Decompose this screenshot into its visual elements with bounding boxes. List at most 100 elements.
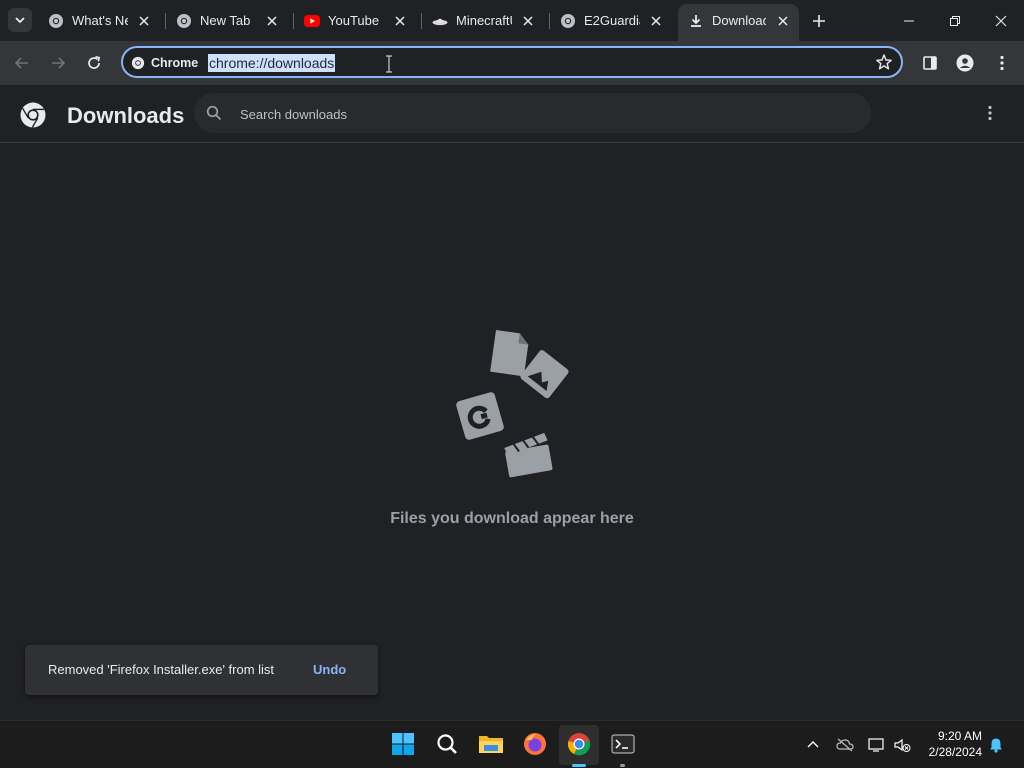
chrome-menu-button[interactable] xyxy=(992,53,1012,73)
plus-icon xyxy=(813,15,825,27)
browser-toolbar: Chrome chrome://downloads xyxy=(0,41,1024,85)
chevron-down-icon xyxy=(15,17,25,24)
chrome-icon xyxy=(131,56,145,70)
youtube-icon xyxy=(304,15,320,27)
file-explorer-icon xyxy=(479,736,503,753)
volume-muted-icon xyxy=(894,738,911,752)
tab-close-button[interactable] xyxy=(392,13,408,29)
site-info-chip[interactable]: Chrome xyxy=(131,54,198,72)
tab-youtube[interactable]: YouTube xyxy=(294,4,418,38)
tab-close-button[interactable] xyxy=(520,13,536,29)
network-icon xyxy=(868,738,884,752)
tab-title: What's Ne xyxy=(72,13,128,28)
tab-strip: What's Ne New Tab YouTube MinecraftU xyxy=(0,0,1024,41)
profile-button[interactable] xyxy=(955,53,975,73)
reload-icon xyxy=(88,56,101,69)
back-button[interactable] xyxy=(12,53,32,73)
removed-toast: Removed 'Firefox Installer.exe' from lis… xyxy=(25,645,378,695)
chrome-taskbar-button[interactable] xyxy=(566,731,592,757)
tab-downloads[interactable]: Downloads xyxy=(678,4,799,41)
minecraft-icon xyxy=(432,18,448,26)
downloads-menu-button[interactable] xyxy=(982,105,998,123)
file-icon xyxy=(490,330,529,377)
windows-start-icon xyxy=(392,733,414,755)
forward-button[interactable] xyxy=(48,53,68,73)
terminal-icon xyxy=(611,734,635,754)
side-panel-icon xyxy=(923,56,937,70)
more-vertical-icon xyxy=(988,105,992,121)
search-icon xyxy=(206,105,222,121)
network-status[interactable] xyxy=(868,737,884,753)
tab-close-button[interactable] xyxy=(264,13,280,29)
tab-title: MinecraftU xyxy=(456,13,512,28)
new-tab-button[interactable] xyxy=(810,12,828,30)
more-vertical-icon xyxy=(1000,55,1004,71)
minimize-button[interactable] xyxy=(900,12,918,30)
terminal-button[interactable] xyxy=(610,731,636,757)
tab-title: E2Guardia xyxy=(584,13,640,28)
notifications-button[interactable] xyxy=(988,737,1004,753)
clock-date[interactable]: 2/28/2024 xyxy=(920,745,982,759)
address-bar[interactable]: Chrome chrome://downloads xyxy=(121,46,903,78)
close-window-button[interactable] xyxy=(992,12,1010,30)
restore-button[interactable] xyxy=(946,12,964,30)
tab-whats-new[interactable]: What's Ne xyxy=(38,4,162,38)
chrome-icon xyxy=(561,14,575,28)
close-icon xyxy=(267,16,277,26)
star-icon xyxy=(876,54,892,70)
tab-new-tab[interactable]: New Tab xyxy=(166,4,290,38)
clock-time[interactable]: 9:20 AM xyxy=(920,729,982,743)
minimize-icon xyxy=(904,20,914,22)
tab-search-button[interactable] xyxy=(8,8,32,32)
download-icon xyxy=(691,15,701,27)
tab-close-button[interactable] xyxy=(136,13,152,29)
restore-icon xyxy=(950,16,960,26)
tab-title: New Tab xyxy=(200,13,251,28)
volume-status[interactable] xyxy=(893,737,911,753)
close-icon xyxy=(778,16,788,26)
arrow-right-icon xyxy=(52,57,66,69)
search-box[interactable] xyxy=(194,93,871,133)
url-text[interactable]: chrome://downloads xyxy=(208,54,336,72)
tab-title: Downloads xyxy=(712,13,766,28)
empty-downloads-illustration xyxy=(456,330,569,478)
app-icon xyxy=(456,392,504,440)
search-input[interactable] xyxy=(238,103,842,125)
tab-close-button[interactable] xyxy=(775,13,791,29)
video-icon xyxy=(504,432,553,478)
tab-e2guardian[interactable]: E2Guardia xyxy=(550,4,674,38)
close-icon xyxy=(523,16,533,26)
windows-taskbar: 9:20 AM 2/28/2024 xyxy=(0,720,1024,768)
chrome-logo-icon xyxy=(20,102,46,128)
chrome-icon xyxy=(568,733,591,756)
reload-button[interactable] xyxy=(84,53,104,73)
firefox-button[interactable] xyxy=(522,731,548,757)
image-icon xyxy=(520,350,569,399)
chrome-icon xyxy=(49,14,63,28)
chevron-up-icon xyxy=(807,741,819,748)
arrow-left-icon xyxy=(14,57,28,69)
taskbar-search-button[interactable] xyxy=(434,731,460,757)
side-panel-button[interactable] xyxy=(920,53,940,73)
chrome-icon xyxy=(177,14,191,28)
bookmark-star-button[interactable] xyxy=(875,53,893,71)
tab-title: YouTube xyxy=(328,13,380,28)
undo-button[interactable]: Undo xyxy=(313,662,346,677)
start-button[interactable] xyxy=(390,731,416,757)
bell-icon xyxy=(990,738,1002,753)
profile-icon xyxy=(956,54,974,72)
close-icon xyxy=(139,16,149,26)
tab-close-button[interactable] xyxy=(648,13,664,29)
text-cursor-icon xyxy=(386,55,392,73)
downloads-header: Downloads xyxy=(0,85,1024,143)
tab-minecraft[interactable]: MinecraftU xyxy=(422,4,546,38)
running-app-indicator xyxy=(620,764,625,767)
show-hidden-icons-button[interactable] xyxy=(805,737,821,753)
close-icon xyxy=(395,16,405,26)
empty-state-message: Files you download appear here xyxy=(390,510,634,527)
file-explorer-button[interactable] xyxy=(478,731,504,757)
firefox-icon xyxy=(524,733,546,755)
search-icon xyxy=(437,734,457,754)
onedrive-status[interactable] xyxy=(836,737,854,753)
cloud-off-icon xyxy=(836,738,854,752)
